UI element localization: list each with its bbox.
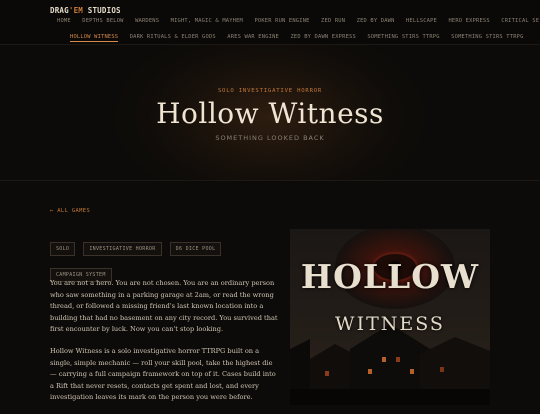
- nav-link-hollow-witness[interactable]: HOLLOW WITNESS: [70, 34, 119, 42]
- nav-link-zed-by-dawn[interactable]: ZED BY DAWN: [357, 18, 395, 24]
- nav-link-poker-run-engine[interactable]: POKER RUN ENGINE: [254, 18, 309, 24]
- nav-link-hero-express[interactable]: HERO EXPRESS: [448, 18, 489, 24]
- game-description: You are not a hero. You are not chosen. …: [50, 278, 278, 414]
- nav-link-critical[interactable]: CRITICAL SE: [501, 18, 539, 24]
- brand-amp: 'EM: [68, 6, 84, 15]
- tag-d6-dice-pool: D6 DICE POOL: [169, 242, 222, 256]
- nav-link-something-stirs-2[interactable]: SOMETHING STIRS TTRPG: [451, 34, 523, 40]
- nav-link-ares-war-engine[interactable]: ARES WAR ENGINE: [227, 34, 279, 40]
- brand-logo[interactable]: DRAG'EM STUDIOS: [50, 6, 121, 15]
- brand-prefix: DRAG: [50, 6, 69, 15]
- nav-link-dark-rituals[interactable]: DARK RITUALS & ELDER GODS: [130, 34, 216, 40]
- nav-link-home[interactable]: HOME: [57, 18, 71, 24]
- top-navigation: DRAG'EM STUDIOS HOME DEPTHS BELOW WARDEN…: [0, 0, 540, 45]
- hero-subtitle: SOMETHING LOOKED BACK: [215, 134, 325, 142]
- nav-row-primary: HOME DEPTHS BELOW WARDENS MIGHT, MAGIC &…: [57, 18, 540, 24]
- nav-link-something-stirs[interactable]: SOMETHING STIRS TTRPG: [367, 34, 439, 40]
- tag-solo: SOLO: [50, 242, 76, 256]
- nav-link-depths-below[interactable]: DEPTHS BELOW: [82, 18, 123, 24]
- nav-link-might-magic-mayhem[interactable]: MIGHT, MAGIC & MAYHEM: [171, 18, 243, 24]
- description-paragraph-2: Hollow Witness is a solo investigative h…: [50, 346, 276, 402]
- nav-link-zed-run[interactable]: ZED RUN: [321, 18, 345, 24]
- nav-link-zed-by-dawn-express[interactable]: ZED BY DAWN EXPRESS: [290, 34, 355, 40]
- all-games-link[interactable]: ← ALL GAMES: [50, 208, 90, 214]
- hero-eyebrow: SOLO INVESTIGATIVE HORROR: [217, 88, 323, 94]
- nav-link-hellscape[interactable]: HELLSCAPE: [406, 18, 437, 24]
- cover-title-line1: HOLLOW: [300, 257, 480, 296]
- nav-row-secondary: HOLLOW WITNESS DARK RITUALS & ELDER GODS…: [70, 34, 532, 42]
- tag-investigative-horror: INVESTIGATIVE HORROR: [83, 242, 162, 256]
- hero-section: SOLO INVESTIGATIVE HORROR Hollow Witness…: [0, 45, 540, 181]
- description-paragraph-1: You are not a hero. You are not chosen. …: [50, 279, 278, 334]
- nav-link-wardens[interactable]: WARDENS: [135, 18, 159, 24]
- page-title: Hollow Witness: [156, 97, 384, 130]
- cover-image: HOLLOW WITNESS: [290, 229, 490, 405]
- brand-suffix: STUDIOS: [83, 6, 121, 15]
- cover-title-line2: WITNESS: [335, 313, 445, 335]
